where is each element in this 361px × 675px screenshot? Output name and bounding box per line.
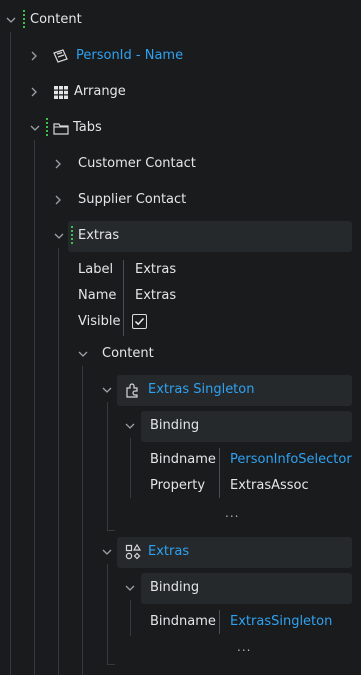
property-value[interactable]: Extras: [135, 288, 176, 304]
shapes-icon: [125, 544, 141, 560]
id-card-icon: [53, 49, 69, 63]
tree-guide: [107, 402, 108, 530]
chevron-right-icon[interactable]: [28, 86, 40, 98]
chevron-down-icon[interactable]: [5, 14, 17, 26]
property-key: Label: [78, 262, 114, 277]
visible-checkbox[interactable]: [132, 314, 147, 329]
property-value[interactable]: ExtrasAssoc: [230, 478, 309, 494]
chevron-right-icon[interactable]: [28, 50, 40, 62]
property-key: Visible: [78, 314, 121, 329]
chevron-down-icon[interactable]: [101, 384, 113, 396]
more-button[interactable]: ...: [237, 641, 251, 653]
tree-guide: [10, 32, 11, 675]
tree-row-label: Content: [30, 12, 82, 27]
tree-row-label: Supplier Contact: [78, 192, 187, 207]
more-button[interactable]: ...: [225, 507, 239, 519]
drag-handle-icon[interactable]: [23, 10, 26, 30]
property-key: Bindname: [150, 614, 216, 629]
tree-guide: [34, 140, 35, 675]
tree-row-label: Customer Contact: [78, 156, 196, 171]
puzzle-icon: [125, 382, 141, 398]
tree-row-label: PersonId - Name: [76, 48, 184, 63]
tree-row-label: Arrange: [74, 84, 126, 99]
chevron-right-icon[interactable]: [52, 194, 64, 206]
chevron-down-icon[interactable]: [124, 420, 136, 432]
tabs-icon: [53, 122, 69, 135]
property-key: Name: [78, 288, 117, 303]
tree-guide: [58, 248, 59, 675]
drag-handle-icon[interactable]: [71, 226, 74, 246]
tree-row-label: Extras: [78, 228, 120, 243]
tree-row-label: Content: [102, 346, 154, 361]
chevron-down-icon[interactable]: [101, 546, 113, 558]
property-key: Property: [150, 478, 206, 493]
drag-handle-icon[interactable]: [46, 118, 49, 138]
property-separator: [219, 610, 220, 634]
property-value[interactable]: ExtrasSingleton: [230, 614, 332, 630]
chevron-down-icon[interactable]: [29, 122, 41, 134]
tree-guide: [82, 366, 83, 675]
chevron-down-icon[interactable]: [53, 230, 65, 242]
property-value[interactable]: PersonInfoSelector: [230, 452, 352, 468]
property-key: Bindname: [150, 452, 216, 467]
tree-row-label: Binding: [150, 418, 200, 433]
tree-guide: [107, 564, 108, 664]
tree-row-label: Extras Singleton: [148, 382, 255, 397]
tree-row-label: Extras: [148, 544, 190, 559]
chevron-down-icon[interactable]: [124, 582, 136, 594]
property-separator: [219, 448, 220, 498]
checkmark-icon: [134, 317, 145, 326]
tree-guide: [130, 438, 131, 498]
tree-guide: [130, 600, 131, 636]
chevron-right-icon[interactable]: [52, 158, 64, 170]
tree-guide: [107, 530, 115, 531]
tree-row-label: Tabs: [73, 120, 102, 135]
property-value[interactable]: Extras: [135, 262, 176, 278]
chevron-down-icon[interactable]: [77, 348, 89, 360]
tree-row-label: Binding: [150, 580, 200, 595]
property-separator: [123, 260, 124, 336]
tree-guide: [107, 664, 115, 665]
grid-icon: [54, 86, 68, 99]
